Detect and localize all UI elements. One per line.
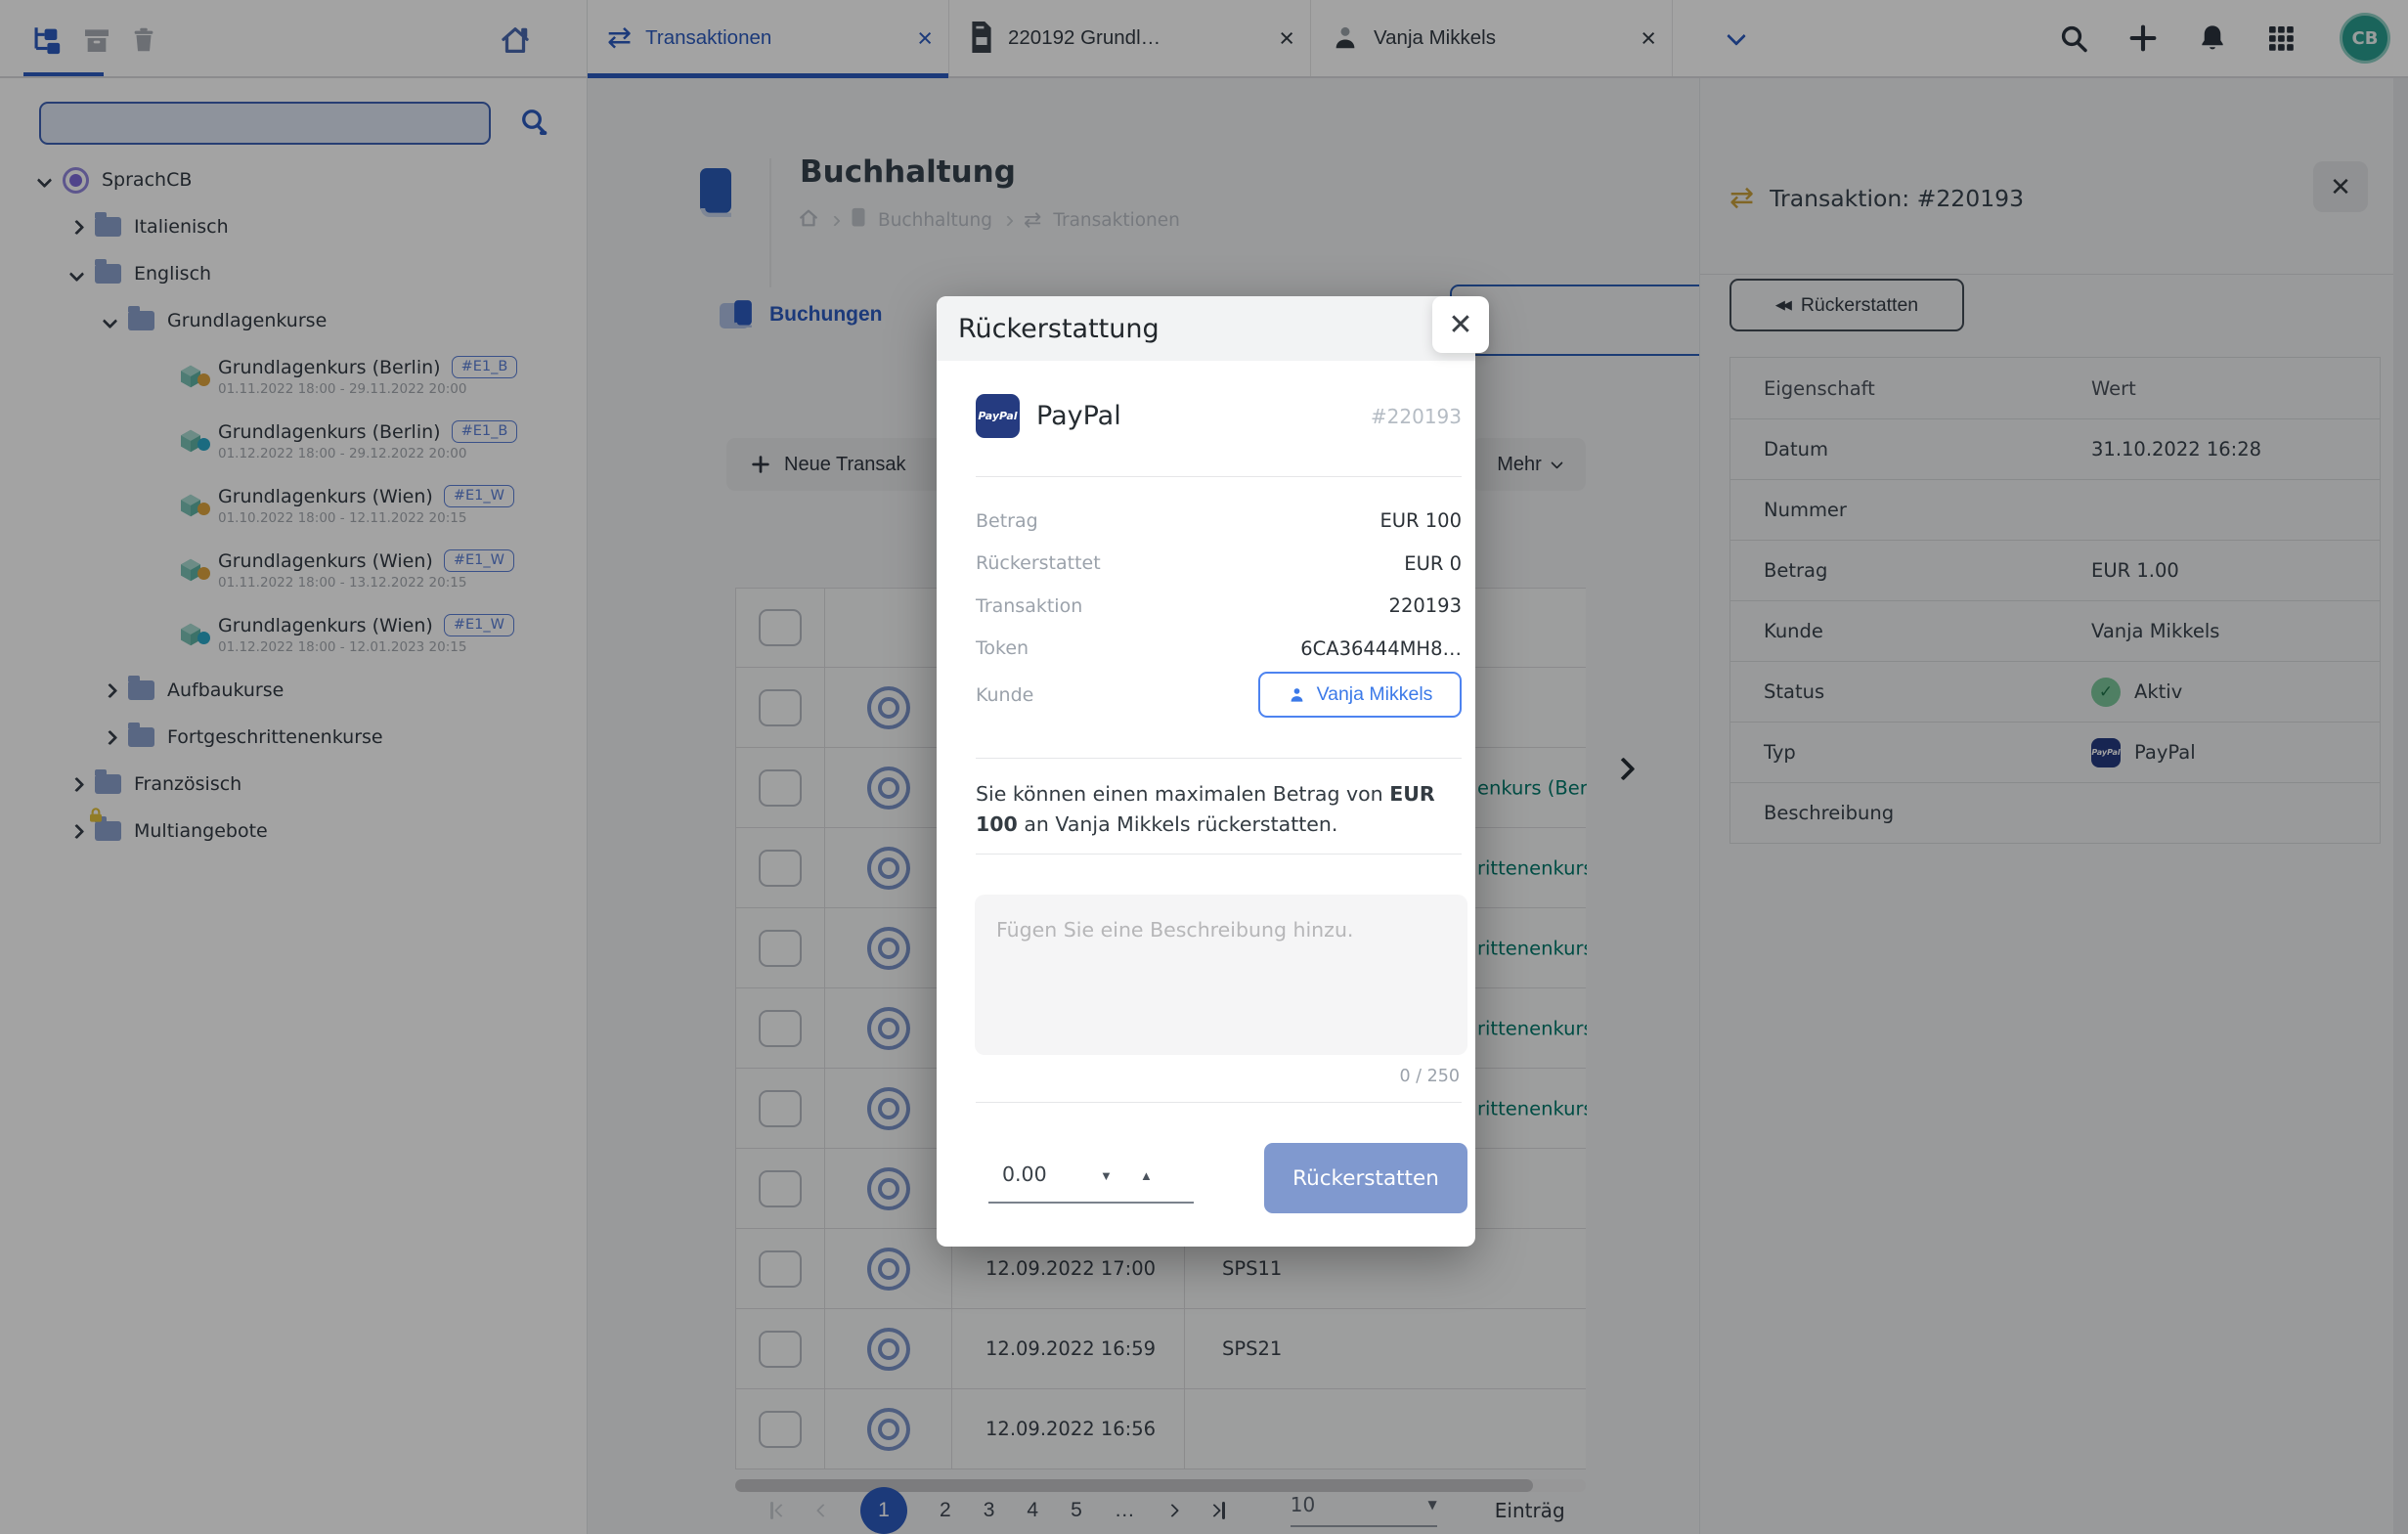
- refund-amount-stepper: ▼ ▲: [988, 1139, 1194, 1204]
- app-root: SprachCB ItalienischEnglischGrundlagenku…: [0, 0, 2408, 1534]
- button-label: Vanja Mikkels: [1317, 683, 1433, 706]
- char-counter: 0 / 250: [1399, 1067, 1460, 1086]
- refund-info-text: Sie können einen maximalen Betrag von EU…: [976, 779, 1445, 840]
- field-label: Transaktion: [976, 595, 1082, 617]
- modal-fields: Betrag EUR 100 Rückerstattet EUR 0 Transakti…: [976, 500, 1462, 670]
- field-value: 220193: [1389, 594, 1462, 617]
- field-value: EUR 0: [1404, 552, 1462, 575]
- paypal-logo: PayPal: [976, 394, 1020, 438]
- person-icon: [1288, 685, 1306, 704]
- field-value: EUR 100: [1379, 509, 1462, 532]
- transaction-number: #220193: [1371, 405, 1462, 428]
- modal-title: Rückerstattung: [958, 314, 1160, 344]
- refund-modal: Rückerstattung ✕ PayPal PayPal #220193 B…: [937, 296, 1475, 1247]
- divider: [976, 1102, 1462, 1103]
- modal-field-row: Rückerstattet EUR 0: [976, 543, 1462, 586]
- modal-field-row: Transaktion 220193: [976, 585, 1462, 628]
- field-label: Kunde: [976, 684, 1033, 706]
- modal-field-row: Betrag EUR 100: [976, 500, 1462, 543]
- modal-header: Rückerstattung: [937, 296, 1475, 361]
- payment-provider-row: PayPal PayPal #220193: [976, 394, 1462, 438]
- divider: [976, 476, 1462, 477]
- modal-field-row: Token 6CA36444MH8…: [976, 628, 1462, 671]
- customer-row: Kunde Vanja Mikkels: [976, 672, 1462, 718]
- amount-input[interactable]: [1002, 1162, 1080, 1186]
- field-label: Rückerstattet: [976, 552, 1101, 574]
- stepper-up-icon[interactable]: ▲: [1140, 1168, 1153, 1183]
- customer-button[interactable]: Vanja Mikkels: [1258, 672, 1462, 718]
- field-value: 6CA36444MH8…: [1300, 637, 1462, 660]
- provider-name: PayPal: [1036, 401, 1121, 431]
- divider: [976, 854, 1462, 855]
- description-textarea[interactable]: [975, 895, 1467, 1055]
- divider: [976, 758, 1462, 759]
- field-label: Token: [976, 637, 1029, 659]
- refund-submit-button[interactable]: Rückerstatten: [1264, 1143, 1467, 1213]
- modal-close-icon[interactable]: ✕: [1432, 296, 1489, 353]
- stepper-down-icon[interactable]: ▼: [1100, 1168, 1113, 1183]
- field-label: Betrag: [976, 510, 1038, 532]
